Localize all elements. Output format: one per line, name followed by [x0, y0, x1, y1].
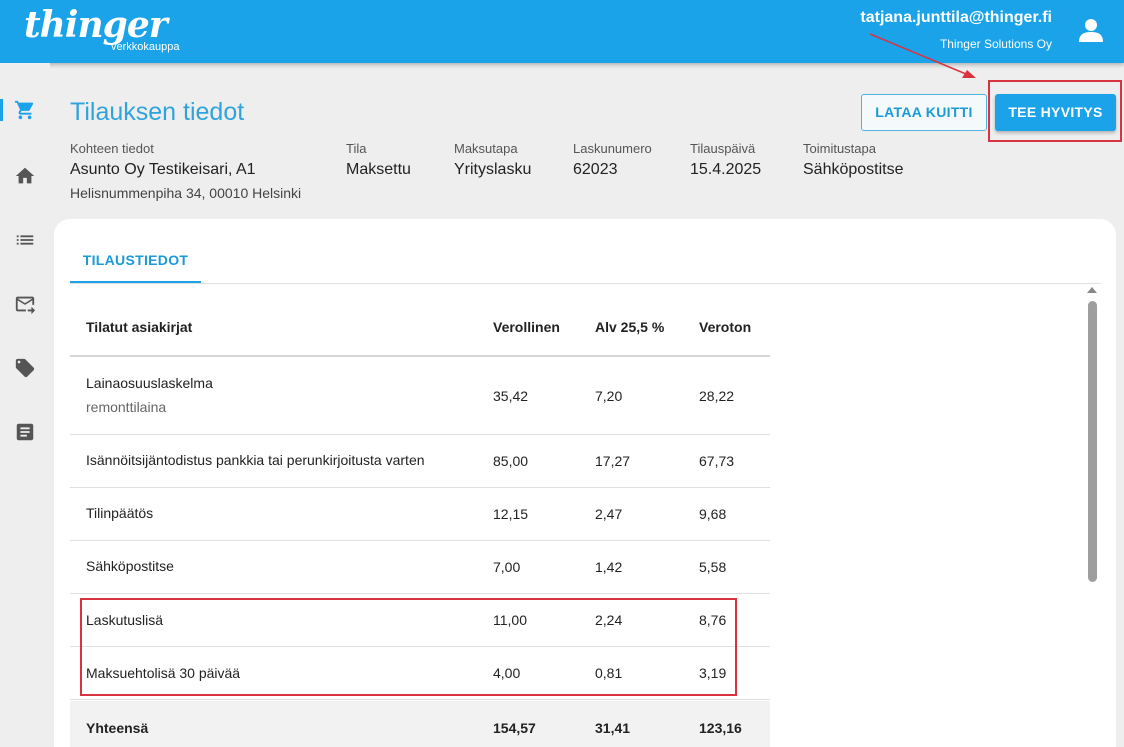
tag-icon: [15, 358, 35, 378]
row-net: 28,22: [699, 388, 735, 404]
sidebar: [0, 63, 50, 747]
row-gross: 7,00: [493, 559, 521, 575]
column-header-gross: Verollinen: [493, 319, 560, 335]
info-delivery-label: Toimitustapa: [803, 141, 876, 156]
info-target-label: Kohteen tiedot: [70, 141, 154, 156]
row-net: 9,68: [699, 506, 727, 522]
home-icon: [15, 167, 35, 184]
total-vat: 31,41: [595, 720, 631, 736]
info-delivery-value: Sähköpostitse: [803, 161, 904, 178]
info-status-label: Tila: [346, 141, 367, 156]
table-row: Sähköpostitse 7,00 1,42 5,58: [70, 541, 770, 594]
total-gross: 154,57: [493, 720, 536, 736]
list-icon: [16, 235, 34, 245]
cart-icon: [14, 100, 34, 120]
info-payment-value: Yrityslasku: [454, 161, 532, 178]
sidebar-item-documents[interactable]: [0, 407, 50, 457]
annotation-box-refund: [988, 80, 1122, 142]
info-target-address: Helisnummenpiha 34, 00010 Helsinki: [70, 185, 302, 201]
row-vat: 7,20: [595, 388, 623, 404]
annotation-box-fees: [80, 598, 737, 696]
column-header-documents: Tilatut asiakirjat: [86, 319, 193, 335]
row-name: Sähköpostitse: [86, 558, 174, 574]
tab-order-details[interactable]: TILAUSTIEDOT: [70, 246, 201, 283]
page-title: Tilauksen tiedot: [70, 98, 245, 126]
row-name: Lainaosuuslaskelma: [86, 375, 213, 391]
table-row: Isännöitsijäntodistus pankkia tai perunk…: [70, 435, 770, 488]
table-row: Lainaosuuslaskelma remonttilaina 35,42 7…: [70, 357, 770, 435]
info-status: Tila Maksettu: [346, 141, 411, 179]
table-total-row: Yhteensä 154,57 31,41 123,16: [70, 701, 770, 747]
row-note: remonttilaina: [86, 399, 167, 415]
scrollbar-thumb[interactable]: [1088, 301, 1097, 582]
info-invoice-value: 62023: [573, 161, 618, 178]
sidebar-item-home[interactable]: [0, 151, 50, 201]
row-gross: 12,15: [493, 506, 529, 522]
sidebar-item-list[interactable]: [0, 215, 50, 265]
info-status-value: Maksettu: [346, 161, 411, 178]
row-gross: 35,42: [493, 388, 529, 404]
row-name: Isännöitsijäntodistus pankkia tai perunk…: [86, 452, 425, 468]
top-bar: thinger verkkokauppa tatjana.junttila@th…: [0, 0, 1124, 63]
info-delivery: Toimitustapa Sähköpostitse: [803, 141, 904, 179]
user-account-icon[interactable]: [1078, 17, 1104, 43]
row-name: Tilinpäätös: [86, 505, 154, 521]
document-icon: [16, 423, 34, 441]
table-row: Tilinpäätös 12,15 2,47 9,68: [70, 488, 770, 541]
logo-subtitle: verkkokauppa: [111, 41, 180, 53]
info-payment: Maksutapa Yrityslasku: [454, 141, 531, 179]
tab-divider: [70, 283, 1101, 284]
info-target-value: Asunto Oy Testikeisari, A1: [70, 161, 256, 178]
user-company: Thinger Solutions Oy: [939, 37, 1052, 51]
info-target: Kohteen tiedot Asunto Oy Testikeisari, A…: [70, 141, 301, 201]
row-gross: 85,00: [493, 453, 529, 469]
mail-forward-icon: [15, 296, 36, 315]
total-label: Yhteensä: [86, 720, 149, 736]
info-date-label: Tilauspäivä: [690, 141, 756, 156]
download-receipt-button[interactable]: LATAA KUITTI: [861, 94, 987, 131]
table-header-row: Tilatut asiakirjat Verollinen Alv 25,5 %…: [70, 300, 770, 357]
user-email: tatjana.junttila@thinger.fi: [860, 9, 1052, 26]
info-date: Tilauspäivä 15.4.2025: [690, 141, 761, 179]
row-net: 5,58: [699, 559, 727, 575]
info-date-value: 15.4.2025: [690, 161, 762, 178]
info-invoice: Laskunumero 62023: [573, 141, 652, 179]
row-vat: 2,47: [595, 506, 623, 522]
row-vat: 1,42: [595, 559, 623, 575]
logo[interactable]: thinger: [24, 4, 168, 46]
column-header-vat: Alv 25,5 %: [595, 319, 665, 335]
column-header-net: Veroton: [699, 319, 752, 335]
total-net: 123,16: [699, 720, 742, 736]
info-payment-label: Maksutapa: [454, 141, 518, 156]
info-invoice-label: Laskunumero: [573, 141, 652, 156]
scroll-up-arrow-icon[interactable]: [1087, 287, 1097, 293]
sidebar-item-orders[interactable]: [0, 85, 50, 135]
sidebar-item-products[interactable]: [0, 343, 50, 393]
sidebar-item-mail[interactable]: [0, 279, 50, 329]
row-net: 67,73: [699, 453, 735, 469]
row-vat: 17,27: [595, 453, 631, 469]
